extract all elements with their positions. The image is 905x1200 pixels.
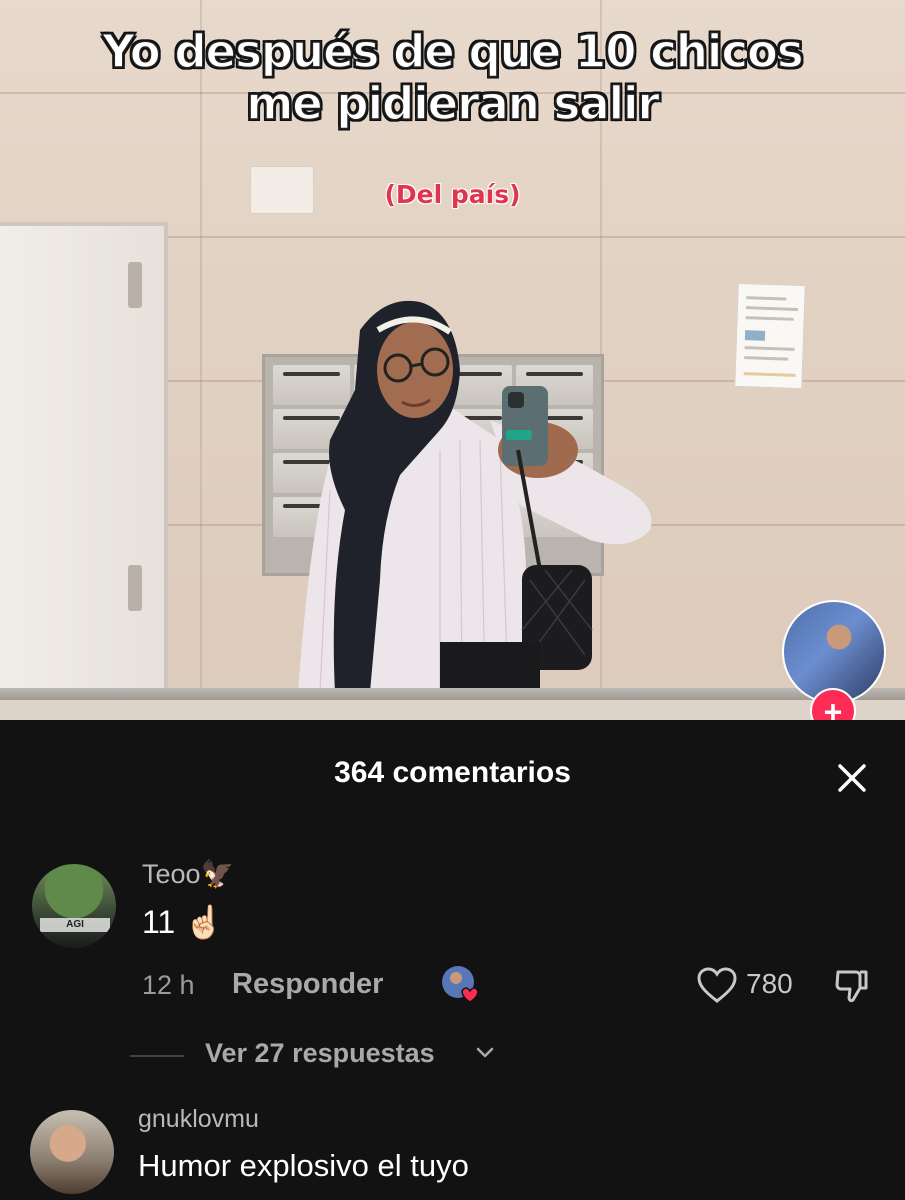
comment-text: Humor explosivo el tuyo xyxy=(138,1148,469,1183)
commenter-avatar[interactable]: AGI xyxy=(32,864,116,948)
close-icon[interactable] xyxy=(830,756,874,800)
chevron-down-icon[interactable] xyxy=(472,1040,498,1066)
door-hinge xyxy=(128,262,142,308)
video-player[interactable]: Yo después de que 10 chicos me pidieran … xyxy=(0,0,905,720)
comments-sheet: 364 comentarios AGI Teoo🦅 11 ☝🏻 12 h Res… xyxy=(0,720,905,1200)
caption-line: Yo después de que 10 chicos xyxy=(102,25,805,79)
view-replies-button[interactable]: Ver 27 respuestas xyxy=(205,1038,435,1069)
caption-line: me pidieran salir xyxy=(246,77,661,131)
door xyxy=(0,222,168,692)
comment-text: 11 ☝🏻 xyxy=(142,904,224,940)
wall-base xyxy=(0,700,905,720)
person-selfie xyxy=(298,300,652,692)
reply-button[interactable]: Responder xyxy=(232,968,383,1001)
comment-time: 12 h xyxy=(142,970,195,1000)
door-hinge xyxy=(128,565,142,611)
posted-notice xyxy=(734,282,806,390)
video-caption: Yo después de que 10 chicos me pidieran … xyxy=(0,25,905,131)
video-subcaption: (Del país) xyxy=(384,180,521,209)
mirror-frame xyxy=(0,688,905,700)
comments-count-title: 364 comentarios xyxy=(334,756,571,789)
commenter-avatar[interactable] xyxy=(30,1110,114,1194)
comment-username[interactable]: Teoo🦅 xyxy=(142,858,234,890)
dislike-icon[interactable] xyxy=(830,964,874,1008)
heart-icon[interactable] xyxy=(696,966,738,1004)
comment-username[interactable]: gnuklovmu xyxy=(138,1105,259,1134)
like-count: 780 xyxy=(746,968,793,999)
divider xyxy=(130,1055,184,1057)
creator-liked-icon xyxy=(442,966,479,1003)
